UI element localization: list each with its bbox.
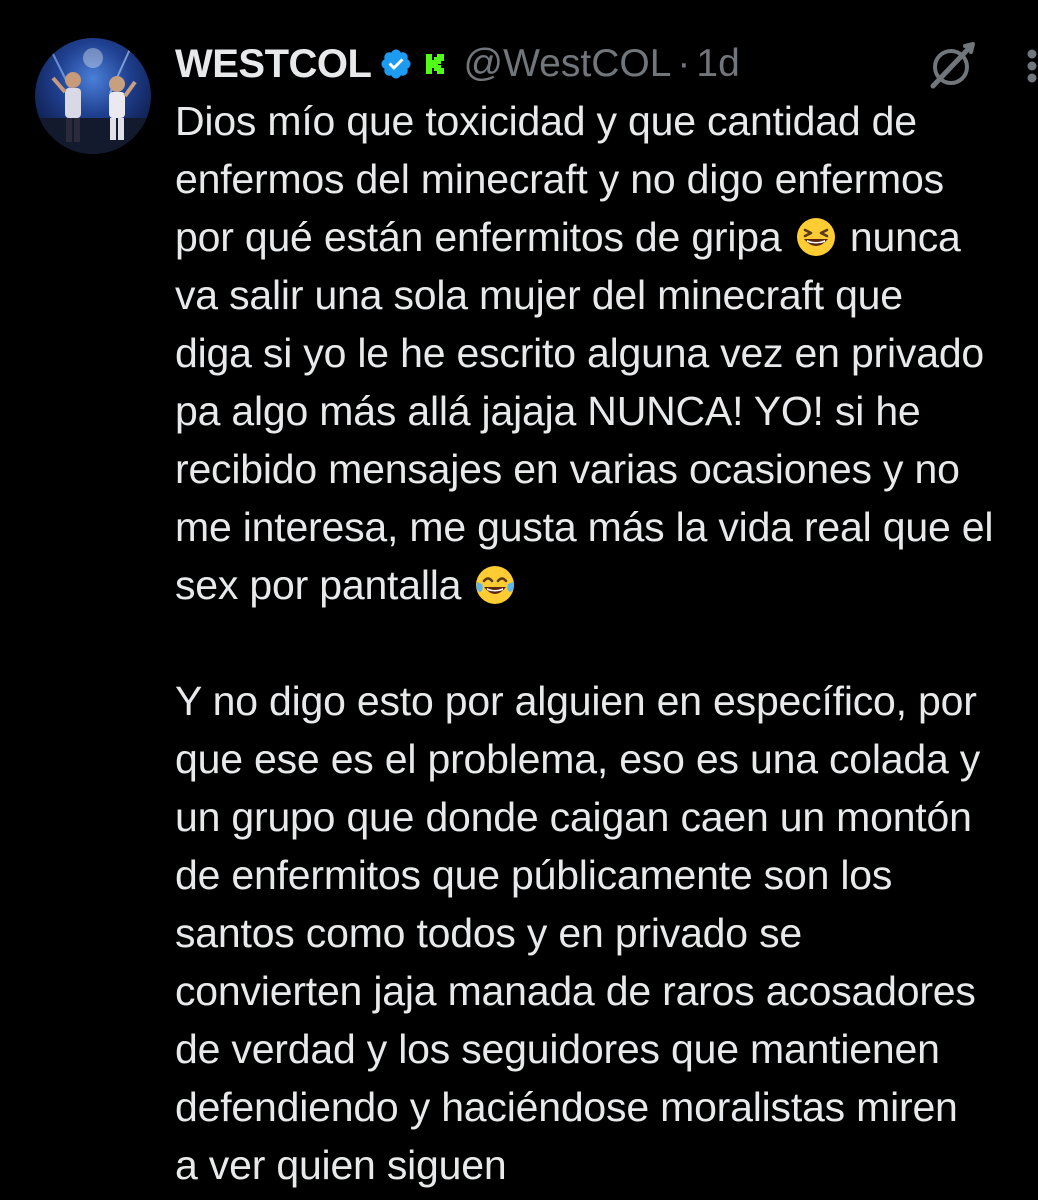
tweet-line: convierten jaja manada de raros acosador… [175, 968, 976, 1014]
author-handle[interactable]: @WestCOL [463, 42, 671, 86]
grinning-squinting-face-emoji [795, 215, 837, 257]
avatar[interactable] [35, 38, 151, 154]
tweet-line: diga si yo le he escrito alguna vez en p… [175, 330, 985, 376]
tweet-header: WESTCOL @WestCOL · 1d [175, 36, 740, 92]
author-name[interactable]: WESTCOL [175, 42, 372, 87]
tweet-line: pa algo más allá jajaja NUNCA! YO! si he [175, 388, 921, 434]
tweet-line: santos como todos y en privado se [175, 910, 802, 956]
tweet-line: sex por pantalla [175, 556, 1038, 614]
tweet-line: Y no digo esto por alguien en específico… [175, 678, 977, 724]
tweet-line: defendiendo y haciéndose moralistas mire… [175, 1084, 958, 1130]
tweet-view: WESTCOL @WestCOL · 1d Dios mío que toxic… [0, 0, 1038, 1200]
tweet-text: Dios mío que toxicidad y que cantidad de… [175, 92, 1038, 1194]
tweet-line: me interesa, me gusta más la vida real q… [175, 504, 994, 550]
tweet-line-text: nunca [849, 214, 961, 260]
tweet-line: de verdad y los seguidores que mantienen [175, 1026, 940, 1072]
avatar-image [35, 38, 151, 154]
tweet-line-text: por qué están enfermitos de gripa [175, 214, 782, 260]
timestamp[interactable]: 1d [696, 42, 739, 86]
dot-separator: · [677, 42, 691, 85]
tweet-line: un grupo que donde caigan caen un montón [175, 794, 972, 840]
tweet-line: va salir una sola mujer del minecraft qu… [175, 272, 903, 318]
tweet-line: Dios mío que toxicidad y que cantidad de [175, 98, 917, 144]
more-options-icon[interactable] [1018, 46, 1038, 86]
tweet-line: que ese es el problema, eso es una colad… [175, 736, 981, 782]
face-with-tears-of-joy-emoji [474, 563, 516, 605]
tweet-line: por qué están enfermitos de gripa nunca [175, 208, 1038, 266]
tweet-line: recibido mensajes en varias ocasiones y … [175, 446, 960, 492]
kick-icon[interactable] [423, 52, 447, 76]
grok-icon[interactable] [925, 40, 977, 92]
verified-badge-icon[interactable] [379, 47, 413, 81]
tweet-line: enfermos del minecraft y no digo enfermo… [175, 156, 944, 202]
tweet-line-text: sex por pantalla [175, 562, 462, 608]
tweet-line: de enfermitos que públicamente son los [175, 852, 893, 898]
tweet-line: a ver quien siguen [175, 1142, 507, 1188]
